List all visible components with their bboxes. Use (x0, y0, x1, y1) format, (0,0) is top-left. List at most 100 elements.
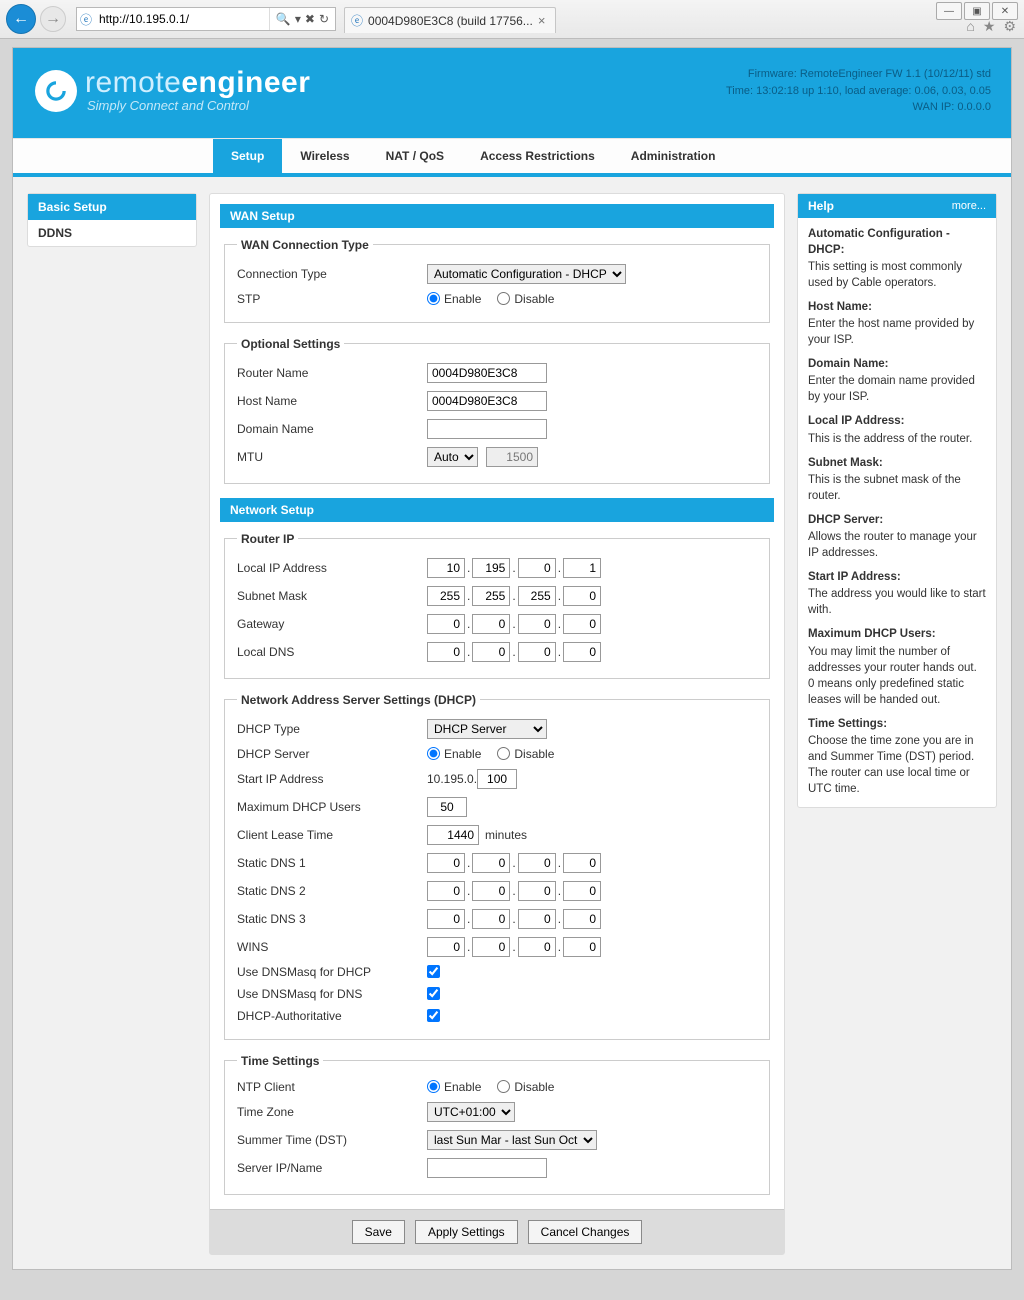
label-dhcp-type: DHCP Type (237, 722, 427, 736)
url-input[interactable] (95, 10, 269, 28)
static-dns3-input[interactable]: ... (427, 909, 601, 929)
nav-access-restrictions[interactable]: Access Restrictions (462, 139, 613, 173)
ntp-server-input[interactable] (427, 1158, 547, 1178)
ip-octet[interactable] (518, 614, 556, 634)
static-dns1-input[interactable]: ... (427, 853, 601, 873)
address-bar[interactable]: ⓔ 🔍 ▾ ✖ ↻ (76, 7, 336, 31)
ip-octet[interactable] (518, 642, 556, 662)
tools-icon[interactable]: ⚙ (1003, 18, 1016, 35)
nav-setup[interactable]: Setup (213, 139, 282, 173)
lease-time-input[interactable] (427, 825, 479, 845)
label-start-ip: Start IP Address (237, 772, 427, 786)
ip-octet[interactable] (518, 558, 556, 578)
home-icon[interactable]: ⌂ (966, 18, 974, 35)
ip-octet[interactable] (427, 558, 465, 578)
ip-octet[interactable] (472, 642, 510, 662)
dhcp-enable-radio[interactable] (427, 747, 440, 760)
label-static-dns1: Static DNS 1 (237, 856, 427, 870)
max-dhcp-input[interactable] (427, 797, 467, 817)
search-icon[interactable]: 🔍 (276, 12, 291, 26)
connection-type-select[interactable]: Automatic Configuration - DHCP (427, 264, 626, 284)
favorites-icon[interactable]: ★ (983, 18, 996, 35)
ip-octet[interactable] (563, 642, 601, 662)
router-name-input[interactable] (427, 363, 547, 383)
dropdown-icon[interactable]: ▾ (295, 12, 301, 26)
start-ip-input[interactable] (477, 769, 517, 789)
nav-forward-button[interactable]: → (40, 6, 66, 32)
ip-octet[interactable] (427, 909, 465, 929)
refresh-icon[interactable]: ↻ (319, 12, 329, 26)
nav-wireless[interactable]: Wireless (282, 139, 367, 173)
subnav-ddns[interactable]: DDNS (28, 220, 196, 246)
window-minimize[interactable]: — (936, 2, 962, 20)
ip-octet[interactable] (427, 937, 465, 957)
ie-page-icon: ⓔ (77, 11, 95, 28)
wins-input[interactable]: ... (427, 937, 601, 957)
ip-octet[interactable] (518, 937, 556, 957)
ntp-disable-label: Disable (514, 1080, 554, 1094)
ip-octet[interactable] (427, 586, 465, 606)
ip-octet[interactable] (518, 909, 556, 929)
nav-administration[interactable]: Administration (613, 139, 734, 173)
ip-octet[interactable] (563, 937, 601, 957)
ip-octet[interactable] (472, 614, 510, 634)
fieldset-time-settings: Time Settings NTP Client Enable Disable … (224, 1054, 770, 1195)
save-button[interactable]: Save (352, 1220, 405, 1244)
dhcp-type-select[interactable]: DHCP Server (427, 719, 547, 739)
router-admin-page: remoteengineer Simply Connect and Contro… (12, 47, 1012, 1270)
label-subnet-mask: Subnet Mask (237, 589, 427, 603)
dnsmasq-dhcp-checkbox[interactable] (427, 965, 440, 978)
ip-octet[interactable] (472, 909, 510, 929)
ip-octet[interactable] (518, 853, 556, 873)
ip-octet[interactable] (563, 881, 601, 901)
ip-octet[interactable] (563, 614, 601, 634)
dst-select[interactable]: last Sun Mar - last Sun Oct (427, 1130, 597, 1150)
ip-octet[interactable] (518, 586, 556, 606)
static-dns2-input[interactable]: ... (427, 881, 601, 901)
ip-octet[interactable] (563, 909, 601, 929)
local-ip-input[interactable]: ... (427, 558, 601, 578)
dnsmasq-dns-checkbox[interactable] (427, 987, 440, 1000)
apply-settings-button[interactable]: Apply Settings (415, 1220, 518, 1244)
help-item: Local IP Address:This is the address of … (798, 405, 996, 446)
ip-octet[interactable] (427, 642, 465, 662)
stop-icon[interactable]: ✖ (305, 12, 315, 26)
mtu-value-input (486, 447, 538, 467)
ip-octet[interactable] (518, 881, 556, 901)
ip-octet[interactable] (427, 614, 465, 634)
help-more-link[interactable]: more... (952, 200, 986, 212)
timezone-select[interactable]: UTC+01:00 (427, 1102, 515, 1122)
dhcp-authoritative-checkbox[interactable] (427, 1009, 440, 1022)
subnet-mask-input[interactable]: ... (427, 586, 601, 606)
cancel-changes-button[interactable]: Cancel Changes (528, 1220, 643, 1244)
nav-back-button[interactable]: ← (6, 4, 36, 34)
tab-close-icon[interactable]: × (538, 13, 546, 28)
ntp-disable-radio[interactable] (497, 1080, 510, 1093)
gateway-input[interactable]: ... (427, 614, 601, 634)
stp-disable-radio[interactable] (497, 292, 510, 305)
stp-enable-radio[interactable] (427, 292, 440, 305)
ip-octet[interactable] (472, 586, 510, 606)
dhcp-disable-radio[interactable] (497, 747, 510, 760)
ip-octet[interactable] (427, 853, 465, 873)
ip-octet[interactable] (563, 853, 601, 873)
local-dns-input[interactable]: ... (427, 642, 601, 662)
host-name-input[interactable] (427, 391, 547, 411)
ip-octet[interactable] (427, 881, 465, 901)
mtu-mode-select[interactable]: Auto (427, 447, 478, 467)
ip-octet[interactable] (472, 881, 510, 901)
label-local-dns: Local DNS (237, 645, 427, 659)
ip-octet[interactable] (472, 937, 510, 957)
label-host-name: Host Name (237, 394, 427, 408)
nav-natqos[interactable]: NAT / QoS (368, 139, 462, 173)
browser-tab[interactable]: ⓔ 0004D980E3C8 (build 17756... × (344, 7, 556, 33)
ip-octet[interactable] (472, 853, 510, 873)
section-wan-setup: WAN Setup (220, 204, 774, 228)
subnav-basic-setup[interactable]: Basic Setup (28, 194, 196, 220)
ip-octet[interactable] (472, 558, 510, 578)
ip-octet[interactable] (563, 586, 601, 606)
ip-octet[interactable] (563, 558, 601, 578)
domain-name-input[interactable] (427, 419, 547, 439)
help-item: Start IP Address:The address you would l… (798, 561, 996, 618)
ntp-enable-radio[interactable] (427, 1080, 440, 1093)
